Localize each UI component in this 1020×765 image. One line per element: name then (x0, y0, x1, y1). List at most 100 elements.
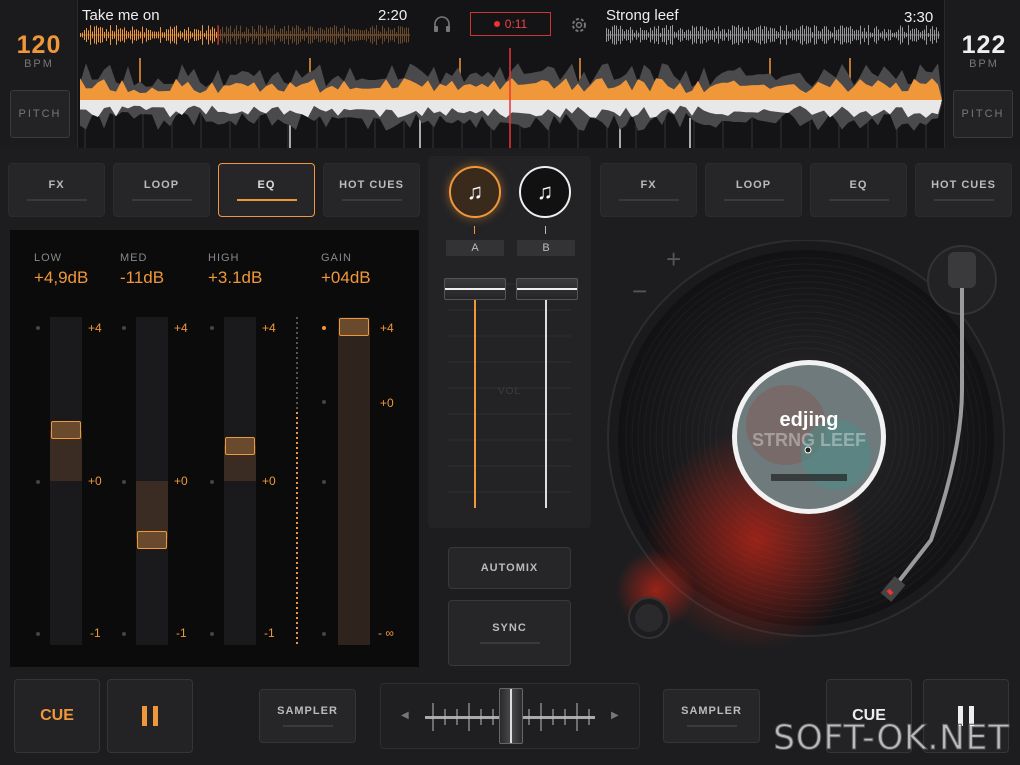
eq-med-slider[interactable] (136, 317, 168, 645)
sync-button[interactable]: SYNC (448, 600, 571, 666)
headphones-icon[interactable] (432, 14, 452, 34)
eq-gain-label: GAIN (321, 252, 352, 264)
eq-high-scale-bottom: -1 (264, 626, 275, 640)
eq-panel: LOW +4,9dB MED -11dB HIGH +3.1dB GAIN +0… (10, 230, 419, 667)
eq-scale-dot (36, 632, 40, 636)
eq-high-handle[interactable] (225, 437, 255, 455)
deck-b-volume-track (545, 286, 547, 508)
eq-med-label: MED (120, 252, 148, 264)
eq-low-slider[interactable] (50, 317, 82, 645)
left-mini-waveform[interactable] (80, 25, 410, 45)
music-note-icon: ♫ (466, 179, 484, 204)
eq-scale-dot (210, 632, 214, 636)
right-sampler-button[interactable]: SAMPLER (663, 689, 760, 743)
right-pitch-button[interactable]: PITCH (953, 90, 1013, 138)
sync-label: SYNC (492, 622, 527, 634)
eq-low-scale-top: +4 (88, 321, 102, 335)
right-track-title: Strong leef (606, 7, 679, 24)
eq-low-scale-bottom: -1 (90, 626, 101, 640)
eq-med-scale-bottom: -1 (176, 626, 187, 640)
record-brand-text: edjing (780, 409, 839, 431)
deck-a-load-button[interactable]: ♫ (449, 166, 501, 218)
right-bpm-value: 122 (961, 31, 1007, 59)
deck-a-volume-fader[interactable] (444, 278, 506, 300)
crossfader-left-arrow-icon[interactable]: ◀ (401, 710, 409, 721)
deck-b-connector (545, 226, 546, 234)
left-track-time: 2:20 (378, 7, 408, 24)
left-tab-fx[interactable]: FX (8, 163, 105, 217)
right-tab-hot-cues[interactable]: HOT CUES (915, 163, 1012, 217)
right-tab-fx[interactable]: FX (600, 163, 697, 217)
left-bpm-label: BPM (24, 58, 54, 70)
eq-med-value: -11dB (120, 268, 165, 287)
deck-b-load-button[interactable]: ♫ (519, 166, 571, 218)
eq-scale-dot (36, 480, 40, 484)
watermark-text: SOFT-OK.NET (773, 718, 1010, 759)
right-tab-eq-label: EQ (849, 179, 868, 191)
eq-scale-dot (210, 480, 214, 484)
eq-gain-fill (338, 327, 370, 645)
right-deck-tabs: FX LOOP EQ HOT CUES (600, 163, 1012, 217)
eq-high-label: HIGH (208, 252, 240, 264)
eq-gain-value: +04dB (321, 268, 371, 287)
right-mini-waveform[interactable] (606, 25, 940, 45)
eq-gain-handle[interactable] (339, 318, 369, 336)
main-waveform[interactable] (80, 48, 942, 148)
mixer-panel: ♫ ♫ A B VOL (428, 156, 591, 528)
eq-med-scale-mid: +0 (174, 474, 188, 488)
record-button[interactable]: 0:11 (470, 12, 551, 36)
left-tab-eq[interactable]: EQ (218, 163, 315, 217)
crossfader[interactable]: ◀ ▶ (380, 683, 640, 749)
left-tab-hot-cues-label: HOT CUES (339, 179, 404, 191)
volume-label: VOL (498, 386, 522, 397)
eq-scale-dot (122, 632, 126, 636)
eq-scale-dot (322, 326, 326, 330)
eq-scale-dot (210, 326, 214, 330)
right-bpm-label: BPM (969, 58, 999, 70)
eq-gain-slider[interactable] (338, 317, 370, 645)
left-tab-fx-label: FX (48, 179, 65, 191)
left-deck-tabs: FX LOOP EQ HOT CUES (8, 163, 420, 217)
left-tab-loop[interactable]: LOOP (113, 163, 210, 217)
crossfader-handle[interactable] (499, 688, 523, 744)
right-tab-hot-cues-label: HOT CUES (931, 179, 996, 191)
eq-med-handle[interactable] (137, 531, 167, 549)
eq-scale-dot (322, 400, 326, 404)
eq-gain-scale-mid: +0 (380, 396, 394, 410)
left-play-pause-button[interactable] (107, 679, 193, 753)
pause-icon (142, 706, 158, 726)
left-pitch-button[interactable]: PITCH (10, 90, 70, 138)
deck-b-volume-fader[interactable] (516, 278, 578, 300)
right-tab-eq[interactable]: EQ (810, 163, 907, 217)
eq-high-slider[interactable] (224, 317, 256, 645)
left-tab-eq-label: EQ (257, 179, 276, 191)
right-track-time: 3:30 (904, 9, 934, 26)
left-cue-button[interactable]: CUE (14, 679, 100, 753)
deck-a-volume-track (474, 286, 476, 508)
deck-a-label: A (446, 240, 504, 256)
automix-label: AUTOMIX (480, 562, 539, 574)
eq-low-handle[interactable] (51, 421, 81, 439)
crossfader-right-arrow-icon[interactable]: ▶ (611, 710, 619, 721)
left-sampler-label: SAMPLER (277, 705, 338, 717)
eq-gain-scale-top: +4 (380, 321, 394, 335)
record-time: 0:11 (504, 17, 528, 31)
right-bpm-panel: 122 BPM PITCH (944, 0, 1020, 148)
eq-med-scale-top: +4 (174, 321, 188, 335)
left-track-title: Take me on (82, 7, 160, 24)
left-tab-hot-cues[interactable]: HOT CUES (323, 163, 420, 217)
eq-low-scale-mid: +0 (88, 474, 102, 488)
deck-a-connector (474, 226, 475, 234)
left-sampler-button[interactable]: SAMPLER (259, 689, 356, 743)
eq-low-label: LOW (34, 252, 63, 264)
eq-high-scale-mid: +0 (262, 474, 276, 488)
gear-icon[interactable] (569, 15, 589, 35)
eq-scale-dot (122, 326, 126, 330)
left-tab-loop-label: LOOP (143, 179, 180, 191)
eq-scale-dot (322, 632, 326, 636)
record-dot-icon (493, 21, 500, 27)
automix-button[interactable]: AUTOMIX (448, 547, 571, 589)
turntable[interactable]: edjing STRNG LEEF (596, 240, 1020, 660)
right-tab-loop[interactable]: LOOP (705, 163, 802, 217)
eq-low-value: +4,9dB (34, 268, 89, 287)
